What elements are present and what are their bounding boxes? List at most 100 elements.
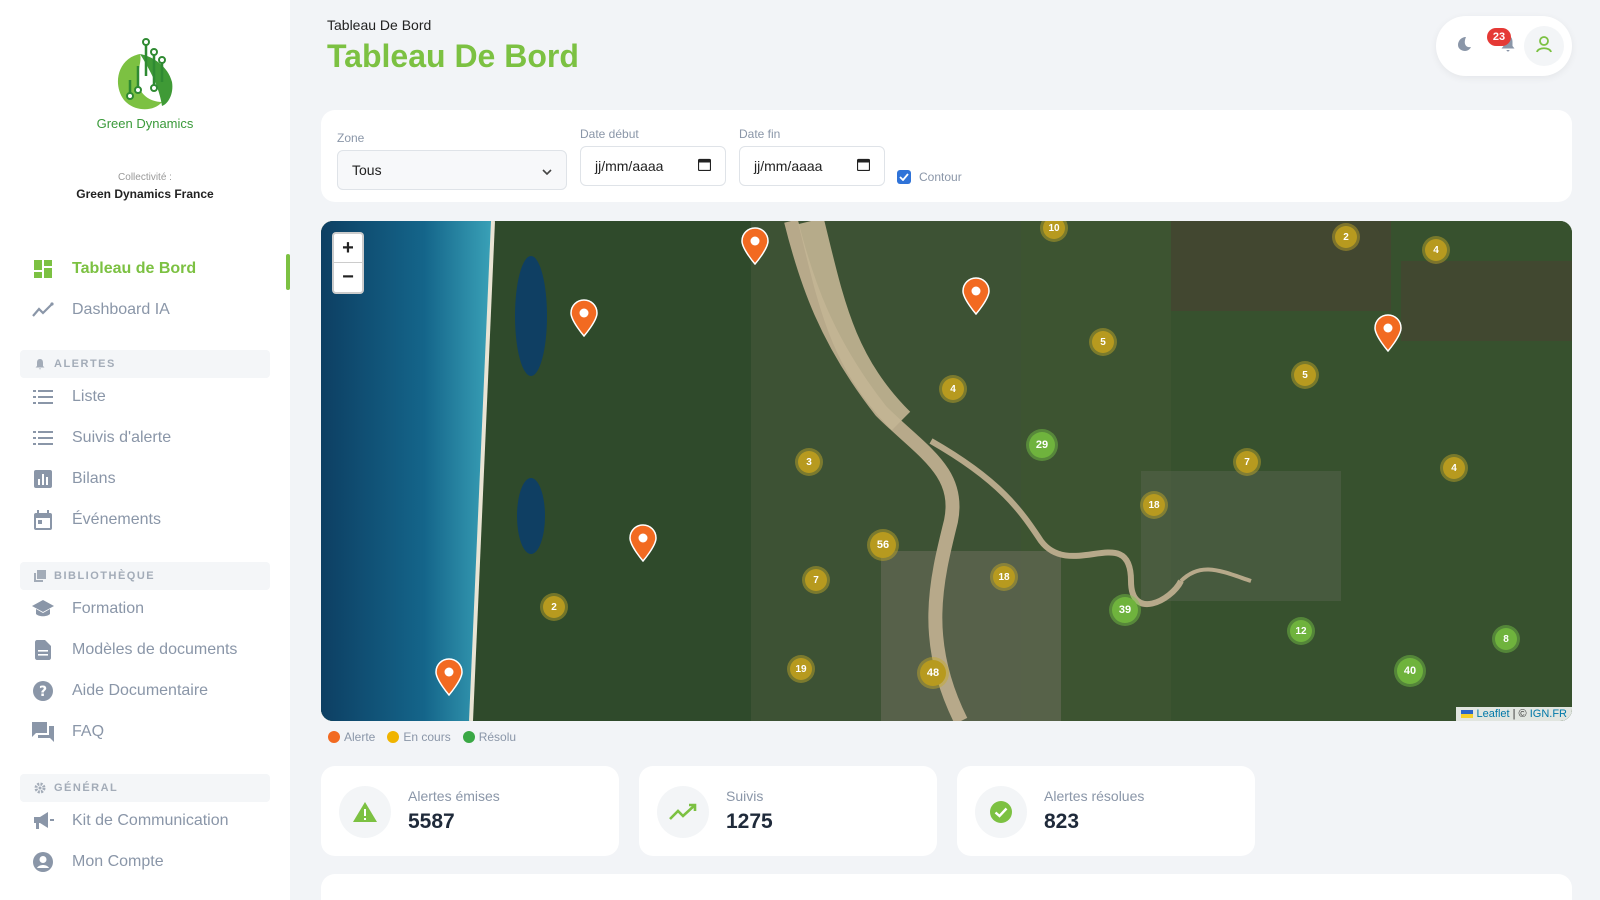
alert-marker-icon[interactable] <box>569 299 599 337</box>
gear-icon <box>34 782 46 794</box>
date-fin-input[interactable]: jj/mm/aaaa <box>739 146 885 186</box>
sidebar-item-label: Événements <box>72 511 161 528</box>
leaflet-link[interactable]: Leaflet <box>1477 708 1510 720</box>
document-icon <box>32 639 54 661</box>
legend-item: En cours <box>387 730 451 744</box>
sidebar-item-liste[interactable]: Liste <box>32 382 106 412</box>
sidebar-item-tableau-de-bord[interactable]: Tableau de Bord <box>32 254 196 284</box>
alert-marker-icon[interactable] <box>740 227 770 265</box>
stat-value: 5587 <box>408 810 455 833</box>
cluster-marker[interactable]: 39 <box>1112 597 1138 623</box>
cluster-marker[interactable]: 56 <box>870 532 896 558</box>
cluster-marker[interactable]: 7 <box>805 569 827 591</box>
page-title: Tableau De Bord <box>327 38 579 74</box>
dark-mode-toggle[interactable] <box>1444 26 1484 66</box>
zoom-out-button[interactable]: − <box>334 263 362 292</box>
alert-marker-icon[interactable] <box>628 524 658 562</box>
list-icon <box>32 427 54 449</box>
sidebar: Green Dynamics Collectivité : Green Dyna… <box>0 0 290 900</box>
chat-icon <box>32 721 54 743</box>
sidebar-item-modeles-documents[interactable]: Modèles de documents <box>32 635 237 665</box>
svg-text:?: ? <box>39 684 47 700</box>
cluster-marker[interactable]: 7 <box>1236 451 1258 473</box>
stat-label: Suivis <box>726 788 764 804</box>
legend-label: Résolu <box>478 730 517 744</box>
cluster-marker[interactable]: 4 <box>942 378 964 400</box>
cluster-marker[interactable]: 18 <box>993 566 1015 588</box>
calendar-icon <box>856 158 871 174</box>
cluster-marker[interactable]: 8 <box>1495 628 1517 650</box>
cluster-marker[interactable]: 5 <box>1294 364 1316 386</box>
brand-logo[interactable]: Green Dynamics <box>80 36 210 131</box>
alert-marker-icon[interactable] <box>434 658 464 696</box>
contour-checkbox[interactable] <box>897 170 911 184</box>
cluster-marker[interactable]: 19 <box>790 658 812 680</box>
zone-selected-value: Tous <box>352 162 382 178</box>
alert-marker-icon[interactable] <box>1373 314 1403 352</box>
sidebar-item-suivis-alerte[interactable]: Suivis d'alerte <box>32 423 171 453</box>
date-debut-input[interactable]: jj/mm/aaaa <box>580 146 726 186</box>
breadcrumb: Tableau De Bord <box>327 17 432 33</box>
sidebar-item-label: Mon Compte <box>72 853 164 870</box>
legend-item: Alerte <box>328 730 375 744</box>
user-account-button[interactable] <box>1524 26 1564 66</box>
stat-card-alertes-emises[interactable]: Alertes émises 5587 <box>321 766 619 856</box>
sidebar-item-bilans[interactable]: Bilans <box>32 464 116 494</box>
section-bibliotheque: BIBLIOTHÈQUE <box>20 562 270 590</box>
active-indicator <box>286 254 290 290</box>
sidebar-item-kit-communication[interactable]: Kit de Communication <box>32 806 229 836</box>
calendar-icon <box>697 158 712 174</box>
cluster-marker[interactable]: 3 <box>798 451 820 473</box>
cluster-marker[interactable]: 5 <box>1092 331 1114 353</box>
cluster-marker[interactable]: 4 <box>1425 239 1447 261</box>
header-actions: 23 <box>1436 16 1572 76</box>
calendar-icon <box>32 509 54 531</box>
cluster-marker[interactable]: 2 <box>543 596 565 618</box>
list-icon <box>32 386 54 408</box>
sidebar-item-label: Suivis d'alerte <box>72 429 172 446</box>
zone-select[interactable]: Tous <box>337 150 567 190</box>
cluster-marker[interactable]: 4 <box>1443 457 1465 479</box>
sidebar-item-formation[interactable]: Formation <box>32 594 144 624</box>
zone-label: Zone <box>337 131 365 145</box>
stat-card-alertes-resolues[interactable]: Alertes résolues 823 <box>957 766 1255 856</box>
contour-label: Contour <box>919 170 962 184</box>
stat-value: 1275 <box>726 810 773 833</box>
legend-dot <box>387 731 400 743</box>
date-fin-placeholder: jj/mm/aaaa <box>754 158 823 174</box>
stat-card-suivis[interactable]: Suivis 1275 <box>639 766 937 856</box>
cluster-marker[interactable]: 18 <box>1143 494 1165 516</box>
sidebar-item-label: FAQ <box>72 723 105 740</box>
legend-item: Résolu <box>462 730 517 744</box>
section-alertes: ALERTES <box>20 350 270 378</box>
alert-marker-icon[interactable] <box>961 277 991 315</box>
cluster-marker[interactable]: 40 <box>1397 658 1423 684</box>
stat-label: Alertes émises <box>408 788 500 804</box>
check-circle-icon <box>975 786 1027 838</box>
date-debut-label: Date début <box>580 127 639 141</box>
sidebar-item-label: Formation <box>72 600 145 617</box>
trend-icon <box>32 299 54 321</box>
ign-link[interactable]: IGN.FR <box>1530 708 1567 720</box>
sidebar-item-label: Tableau de Bord <box>72 260 197 277</box>
school-icon <box>32 598 54 620</box>
sidebar-item-aide-documentaire[interactable]: ? Aide Documentaire <box>32 676 208 706</box>
ukraine-flag-icon <box>1461 710 1474 719</box>
map-view[interactable]: + − 10 2 4 5 4 5 29 3 7 4 18 56 18 7 39 … <box>321 221 1572 721</box>
help-icon: ? <box>32 680 54 702</box>
map-attribution: Leaflet | © IGN.FR <box>1456 707 1572 721</box>
sidebar-item-label: Kit de Communication <box>72 812 229 829</box>
bottom-panel <box>321 874 1572 900</box>
cluster-marker[interactable]: 2 <box>1335 226 1357 248</box>
cluster-marker[interactable]: 29 <box>1029 432 1055 458</box>
sidebar-item-mon-compte[interactable]: Mon Compte <box>32 847 164 877</box>
cluster-marker[interactable]: 48 <box>920 660 946 686</box>
leaf-circuit-logo-icon <box>117 38 173 110</box>
sidebar-item-faq[interactable]: FAQ <box>32 717 104 747</box>
warning-icon <box>339 786 391 838</box>
zoom-in-button[interactable]: + <box>334 234 362 263</box>
moon-icon <box>1456 36 1472 57</box>
cluster-marker[interactable]: 12 <box>1290 620 1312 642</box>
sidebar-item-dashboard-ia[interactable]: Dashboard IA <box>32 295 170 325</box>
sidebar-item-evenements[interactable]: Événements <box>32 505 161 535</box>
